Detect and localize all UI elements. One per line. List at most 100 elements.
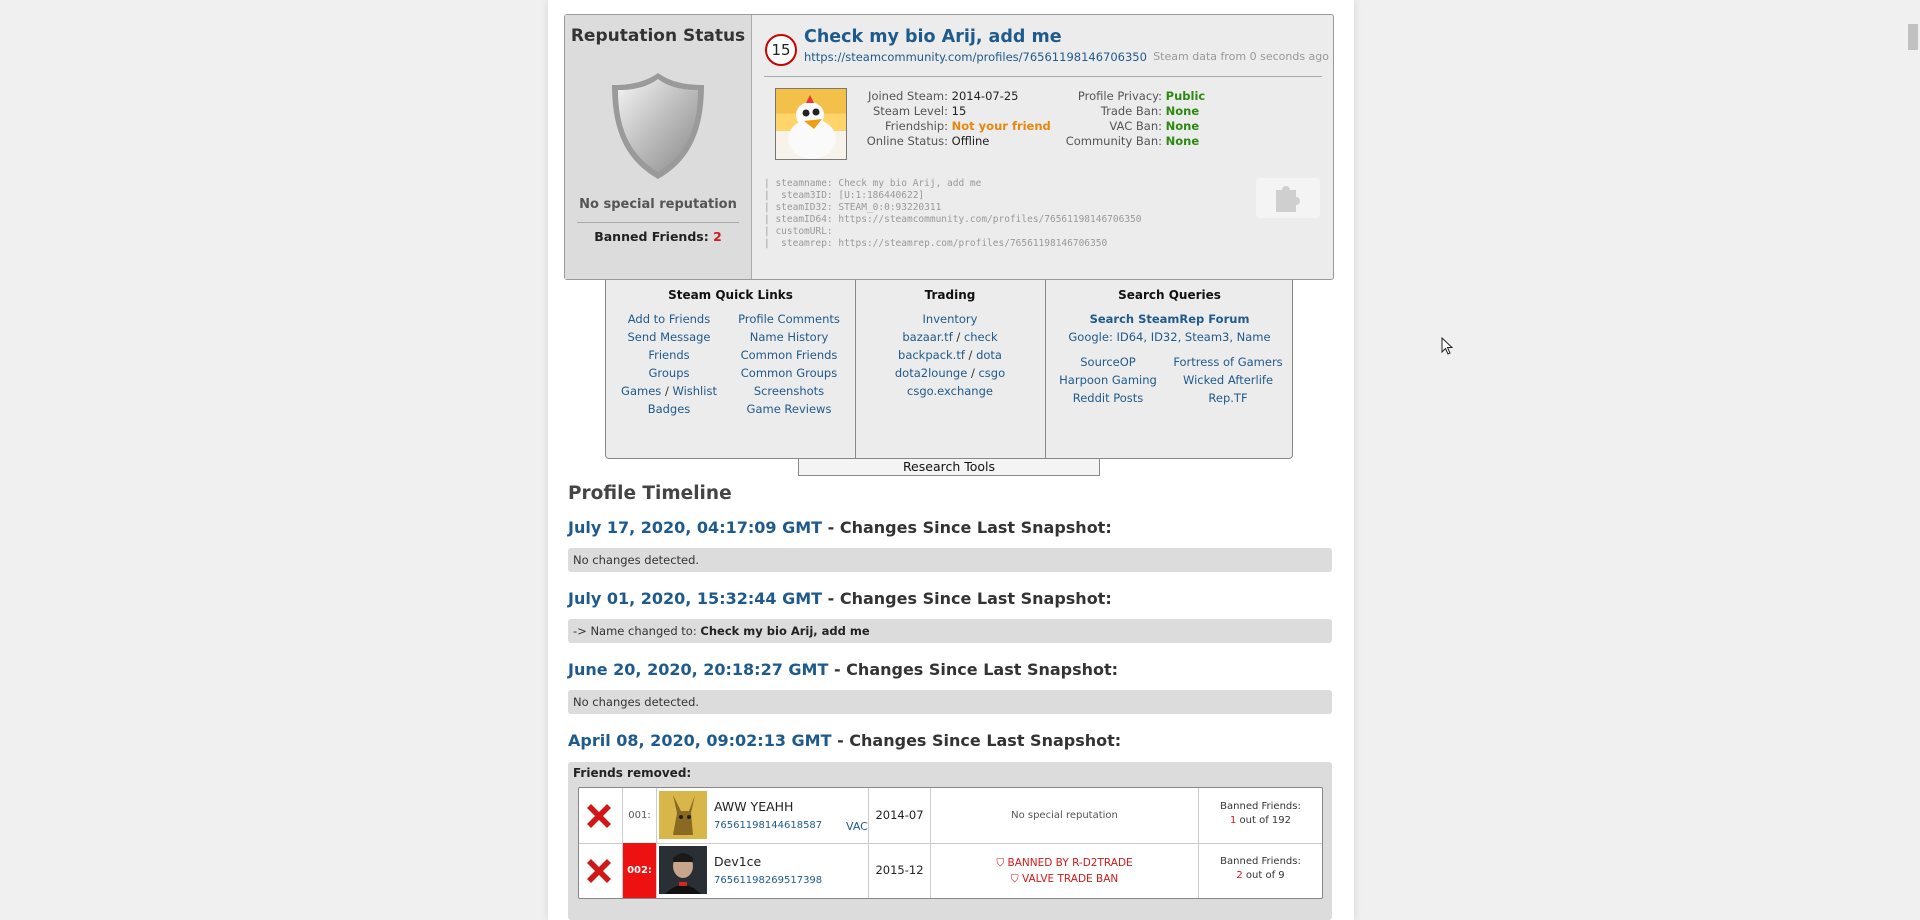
mouse-cursor-icon <box>1441 337 1453 355</box>
snapshot-suffix: - Changes Since Last Snapshot: <box>833 660 1119 679</box>
backpack-dota-link[interactable]: dota <box>976 348 1002 362</box>
google-id64-link[interactable]: ID64 <box>1116 330 1143 344</box>
common-friends-link[interactable]: Common Friends <box>726 348 852 362</box>
csgo-exchange-link[interactable]: csgo.exchange <box>855 384 1045 398</box>
friend-date: 2014-07 <box>869 788 931 843</box>
send-message-link[interactable]: Send Message <box>606 330 732 344</box>
table-row[interactable]: 002: Dev1ce 76561198269517398 2015-12 ⛉ … <box>579 843 1322 898</box>
steam-ids-block[interactable]: | steamname: Check my bio Arij, add me |… <box>764 178 1142 250</box>
ban-line-1: ⛉ BANNED BY R-D2TRADE <box>931 855 1198 871</box>
ban-rdtrade[interactable]: BANNED BY R-D2TRADE <box>1008 857 1133 869</box>
google-links: Google: ID64, ID32, Steam3, Name <box>1068 330 1271 344</box>
privacy-value: Public <box>1165 89 1206 103</box>
remove-cell <box>579 788 623 843</box>
friend-id-link[interactable]: 76561198144618587 <box>714 820 822 831</box>
table-row[interactable]: 001: AWW YEAHH 76561198144618587 VAC 201… <box>579 788 1322 844</box>
snapshot-date-link[interactable]: July 01, 2020, 15:32:44 GMT <box>568 589 822 608</box>
csgolounge-link[interactable]: csgo <box>978 366 1005 380</box>
extension-button[interactable] <box>1256 178 1320 218</box>
separator: / <box>956 330 961 344</box>
bazaar-links: bazaar.tf / check <box>855 330 1045 344</box>
games-link[interactable]: Games <box>621 384 661 398</box>
games-wishlist-links: Games / Wishlist <box>606 384 732 398</box>
quick-links-title: Steam Quick Links <box>668 288 793 302</box>
snapshot-date-link[interactable]: April 08, 2020, 09:02:13 GMT <box>568 731 832 750</box>
banned-friends-label: Banned Friends: <box>1220 801 1301 812</box>
add-to-friends-link[interactable]: Add to Friends <box>606 312 732 326</box>
google-steam3-link[interactable]: Steam3 <box>1185 330 1229 344</box>
snapshot-changes: No changes detected. <box>568 548 1332 572</box>
banned-total: out of 192 <box>1236 815 1291 826</box>
friend-info: Dev1ce 76561198269517398 <box>657 843 869 898</box>
row-number: 001: <box>623 788 657 843</box>
snapshot-date-link[interactable]: July 17, 2020, 04:17:09 GMT <box>568 518 822 537</box>
snapshot-suffix: - Changes Since Last Snapshot: <box>827 589 1112 608</box>
badges-link[interactable]: Badges <box>606 402 732 416</box>
profile-details-right: Profile Privacy: Public Trade Ban: None … <box>1052 89 1206 149</box>
scrollbar[interactable] <box>1906 0 1920 920</box>
trading-links: Trading Inventory bazaar.tf / check back… <box>855 280 1046 458</box>
changed-name: Check my bio Arij, add me <box>700 624 870 638</box>
community-ban-value: None <box>1165 134 1200 148</box>
friend-name-link[interactable]: AWW YEAHH <box>714 799 793 814</box>
level-label: Steam Level: <box>872 104 948 118</box>
banned-friends-count[interactable]: 2 <box>713 229 722 244</box>
reptf-link[interactable]: Rep.TF <box>1165 391 1291 405</box>
ban-valve-trade[interactable]: VALVE TRADE BAN <box>1022 873 1118 885</box>
banned-friends-label: Banned Friends: <box>1220 856 1301 867</box>
banned-friends: Banned Friends: 2 <box>565 229 751 244</box>
harpoon-gaming-link[interactable]: Harpoon Gaming <box>1045 373 1171 387</box>
fortress-of-gamers-link[interactable]: Fortress of Gamers <box>1165 355 1291 369</box>
groups-link[interactable]: Groups <box>606 366 732 380</box>
backpack-links: backpack.tf / dota <box>855 348 1045 362</box>
sourceop-link[interactable]: SourceOP <box>1045 355 1171 369</box>
friendship-label: Friendship: <box>884 119 948 133</box>
divider <box>577 222 739 223</box>
steam-quick-links: Steam Quick Links Add to Friends Send Me… <box>606 280 856 458</box>
bazaar-check-link[interactable]: check <box>964 330 998 344</box>
friend-date: 2015-12 <box>869 843 931 898</box>
common-groups-link[interactable]: Common Groups <box>726 366 852 380</box>
trading-title: Trading <box>924 288 976 302</box>
profile-comments-link[interactable]: Profile Comments <box>726 312 852 326</box>
snapshot-date-link[interactable]: June 20, 2020, 20:18:27 GMT <box>568 660 828 679</box>
profile-url-link[interactable]: https://steamcommunity.com/profiles/7656… <box>804 50 1147 64</box>
reddit-posts-link[interactable]: Reddit Posts <box>1045 391 1171 405</box>
chicken-avatar-icon <box>788 95 836 159</box>
google-label: Google: <box>1068 330 1113 344</box>
game-reviews-link[interactable]: Game Reviews <box>726 402 852 416</box>
friend-banned-friends: Banned Friends: 2 out of 9 <box>1199 843 1322 898</box>
wishlist-link[interactable]: Wishlist <box>672 384 716 398</box>
scrollbar-thumb[interactable] <box>1908 24 1918 50</box>
close-icon <box>587 804 611 828</box>
google-id32-link[interactable]: ID32 <box>1151 330 1178 344</box>
dota2lounge-link[interactable]: dota2lounge <box>895 366 967 380</box>
snapshot-heading: April 08, 2020, 09:02:13 GMT - Changes S… <box>568 731 1121 750</box>
wicked-afterlife-link[interactable]: Wicked Afterlife <box>1165 373 1291 387</box>
friend-name-link[interactable]: Dev1ce <box>714 854 761 869</box>
google-name-link[interactable]: Name <box>1237 330 1271 344</box>
friends-removed-label: Friends removed: <box>573 766 692 780</box>
friends-link[interactable]: Friends <box>606 348 732 362</box>
snapshot-changes: No changes detected. <box>568 690 1332 714</box>
profile-name[interactable]: Check my bio Arij, add me <box>804 27 1062 47</box>
search-steamrep-forum-link[interactable]: Search SteamRep Forum <box>1045 312 1294 326</box>
online-value: Offline <box>951 134 990 148</box>
steam-data-note: Steam data from 0 seconds ago <box>1153 50 1329 63</box>
bazaar-link[interactable]: bazaar.tf <box>902 330 952 344</box>
avatar <box>775 88 847 160</box>
name-history-link[interactable]: Name History <box>726 330 852 344</box>
player-avatar-icon <box>659 846 707 894</box>
inventory-link[interactable]: Inventory <box>855 312 1045 326</box>
banned-friends-value: 1 out of 192 <box>1199 814 1322 828</box>
screenshots-link[interactable]: Screenshots <box>726 384 852 398</box>
research-tools-button[interactable]: Research Tools <box>798 459 1100 476</box>
friend-id-link[interactable]: 76561198269517398 <box>714 875 822 886</box>
banned-friends-value: 2 out of 9 <box>1199 869 1322 883</box>
community-ban-label: Community Ban: <box>1065 134 1162 148</box>
trade-ban-label: Trade Ban: <box>1100 104 1162 118</box>
backpack-link[interactable]: backpack.tf <box>898 348 965 362</box>
snapshot-heading: July 01, 2020, 15:32:44 GMT - Changes Si… <box>568 589 1112 608</box>
banned-total: out of 9 <box>1242 870 1285 881</box>
shield-small-icon: ⛉ <box>1010 873 1019 885</box>
